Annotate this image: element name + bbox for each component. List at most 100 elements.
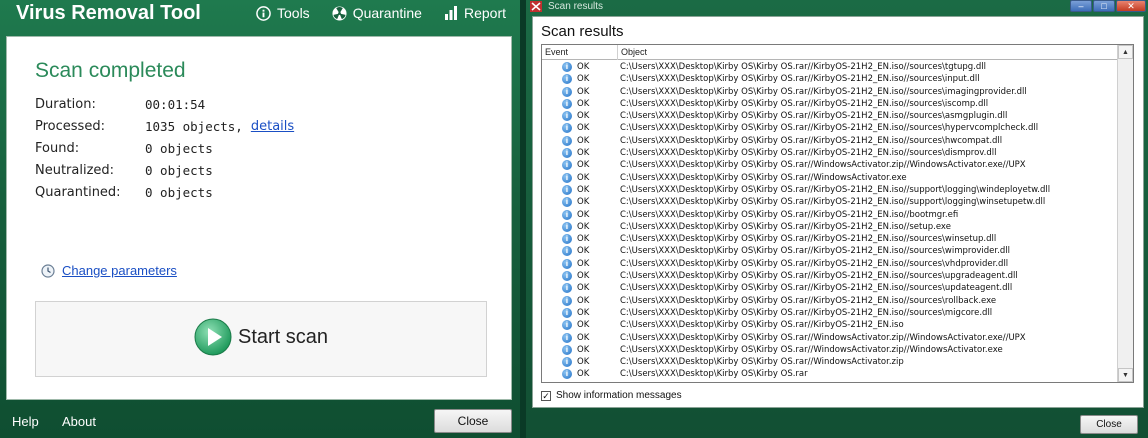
close-button[interactable]: Close bbox=[434, 409, 512, 433]
event-cell: i OK bbox=[562, 332, 590, 343]
table-row[interactable]: i OK C:\Users\XXX\Desktop\Kirby OS\Kirby O… bbox=[542, 61, 1117, 73]
stat-label: Duration: bbox=[35, 97, 96, 112]
info-icon: i bbox=[562, 148, 572, 159]
table-row[interactable]: i OK C:\Users\XXX\Desktop\Kirby OS\Kirby O… bbox=[542, 86, 1117, 98]
help-link[interactable]: Help bbox=[12, 414, 39, 429]
event-text: OK bbox=[577, 98, 590, 109]
event-cell: i OK bbox=[562, 320, 590, 331]
object-cell: C:\Users\XXX\Desktop\Kirby OS\Kirby OS.r… bbox=[620, 62, 986, 72]
event-text: OK bbox=[577, 307, 590, 318]
table-row[interactable]: i OK C:\Users\XXX\Desktop\Kirby OS\Kirby O… bbox=[542, 184, 1117, 196]
table-row[interactable]: i OK C:\Users\XXX\Desktop\Kirby OS\Kirby O… bbox=[542, 147, 1117, 159]
event-cell: i OK bbox=[562, 221, 589, 232]
change-parameters[interactable]: Change parameters bbox=[41, 263, 177, 278]
table-row[interactable]: i OK C:\Users\XXX\Desktop\Kirby OS\Kirby O… bbox=[542, 110, 1117, 122]
scroll-up-icon[interactable]: ▲ bbox=[1118, 45, 1133, 59]
event-cell: i OK bbox=[562, 111, 589, 122]
table-row[interactable]: i OK C:\Users\XXX\Desktop\Kirby OS\Kirby O… bbox=[542, 319, 1117, 331]
table-row[interactable]: i OK C:\Users\XXX\Desktop\Kirby OS\Kirby O… bbox=[542, 295, 1117, 307]
table-row[interactable]: i OK C:\Users\XXX\Desktop\Kirby OS\Kirby O… bbox=[542, 307, 1117, 319]
object-cell: C:\Users\XXX\Desktop\Kirby OS\Kirby OS.r… bbox=[620, 74, 980, 85]
table-row[interactable]: i OK C:\Users\XXX\Desktop\Kirby OS\Kirby O… bbox=[542, 196, 1117, 208]
menu-tools[interactable]: Tools bbox=[256, 0, 310, 26]
object-cell: C:\Users\XXX\Desktop\Kirby OS\Kirby OS.r… bbox=[620, 98, 989, 109]
show-information-messages[interactable]: ✓ Show information messages bbox=[541, 390, 682, 401]
table-row[interactable]: i OK C:\Users\XXX\Desktop\Kirby OS\Kirby O… bbox=[542, 233, 1117, 245]
table-row[interactable]: i OK C:\Users\XXX\Desktop\Kirby OS\Kirby O… bbox=[542, 356, 1117, 368]
menu-quarantine[interactable]: Quarantine bbox=[332, 0, 422, 26]
close-icon[interactable]: ✕ bbox=[1116, 0, 1146, 12]
object-cell: C:\Users\XXX\Desktop\Kirby OS\Kirby OS.r… bbox=[620, 332, 1026, 343]
table-row[interactable]: i OK C:\Users\XXX\Desktop\Kirby OS\Kirby O… bbox=[542, 282, 1117, 294]
table-row[interactable]: i OK C:\Users\XXX\Desktop\Kirby OS\Kirby O… bbox=[542, 73, 1117, 85]
info-icon: i bbox=[562, 123, 572, 134]
stat-processed: Processed: 1035 objects, details bbox=[35, 119, 294, 139]
scroll-down-icon[interactable]: ▼ bbox=[1118, 368, 1133, 382]
table-row[interactable]: i OK C:\Users\XXX\Desktop\Kirby OS\Kirby O… bbox=[542, 122, 1117, 134]
column-header-object[interactable]: Object bbox=[618, 45, 1117, 60]
stat-label: Neutralized: bbox=[35, 163, 115, 178]
event-cell: i OK bbox=[562, 271, 589, 282]
info-circle-icon bbox=[256, 5, 271, 21]
table-row[interactable]: i OK C:\Users\XXX\Desktop\Kirby OS\Kirby O… bbox=[542, 135, 1117, 147]
object-cell: C:\Users\XXX\Desktop\Kirby OS\Kirby OS.r… bbox=[620, 307, 993, 318]
stat-value: 0 objects bbox=[145, 163, 213, 178]
table-row[interactable]: i OK C:\Users\XXX\Desktop\Kirby OS\Kirby O… bbox=[542, 221, 1117, 233]
menu-report[interactable]: Report bbox=[444, 0, 506, 26]
table-row[interactable]: i OK C:\Users\XXX\Desktop\Kirby OS\Kirby O… bbox=[542, 209, 1117, 221]
stat-value: 0 objects bbox=[145, 185, 213, 200]
event-text: OK bbox=[577, 86, 590, 97]
object-cell: C:\Users\XXX\Desktop\Kirby OS\Kirby OS.r… bbox=[620, 148, 997, 159]
table-row[interactable]: i OK C:\Users\XXX\Desktop\Kirby OS\Kirby O… bbox=[542, 245, 1117, 257]
event-text: OK bbox=[577, 234, 590, 245]
info-icon: i bbox=[562, 307, 572, 318]
table-row[interactable]: i OK C:\Users\XXX\Desktop\Kirby OS\Kirby O… bbox=[542, 344, 1117, 356]
event-text: OK bbox=[577, 332, 590, 343]
table-row[interactable]: i OK C:\Users\XXX\Desktop\Kirby OS\Kirby O… bbox=[542, 98, 1117, 110]
scan-results-panel: Scan results Event Object i OK C:\Users\XX… bbox=[532, 16, 1144, 408]
object-cell: C:\Users\XXX\Desktop\Kirby OS\Kirby OS.r… bbox=[620, 258, 1009, 269]
vertical-scrollbar[interactable]: ▲ ▼ bbox=[1117, 45, 1133, 382]
event-text: OK bbox=[577, 320, 590, 331]
info-icon: i bbox=[562, 111, 572, 122]
event-text: OK bbox=[577, 197, 590, 208]
details-link[interactable]: details bbox=[251, 119, 294, 139]
table-row[interactable]: i OK C:\Users\XXX\Desktop\Kirby OS\Kirby O… bbox=[542, 270, 1117, 282]
minimize-icon[interactable]: – bbox=[1070, 0, 1092, 12]
info-icon: i bbox=[562, 98, 572, 109]
event-cell: i OK bbox=[562, 307, 590, 318]
event-text: OK bbox=[577, 160, 590, 171]
column-header-event[interactable]: Event bbox=[542, 45, 618, 60]
table-row[interactable]: i OK C:\Users\XXX\Desktop\Kirby OS\Kirby O… bbox=[542, 172, 1117, 184]
info-icon: i bbox=[562, 135, 572, 146]
event-cell: i OK bbox=[562, 234, 590, 245]
results-table: Event Object i OK C:\Users\XXX\Desktop\Kir… bbox=[541, 44, 1134, 383]
results-close-button[interactable]: Close bbox=[1080, 415, 1138, 434]
change-parameters-link[interactable]: Change parameters bbox=[62, 263, 177, 278]
object-cell: C:\Users\XXX\Desktop\Kirby OS\Kirby OS.r… bbox=[620, 135, 1003, 146]
app-title: Virus Removal Tool bbox=[16, 2, 201, 24]
info-icon: i bbox=[562, 332, 572, 343]
info-icon: i bbox=[562, 234, 572, 245]
maximize-icon[interactable]: □ bbox=[1093, 0, 1115, 12]
object-cell: C:\Users\XXX\Desktop\Kirby OS\Kirby OS.r… bbox=[620, 246, 1010, 257]
show-info-checkbox[interactable]: ✓ bbox=[541, 390, 551, 401]
table-row[interactable]: i OK C:\Users\XXX\Desktop\Kirby OS\Kirby O… bbox=[542, 258, 1117, 270]
window-controls: – □ ✕ bbox=[1070, 0, 1146, 12]
table-row[interactable]: i OK C:\Users\XXX\Desktop\Kirby OS\Kirby O… bbox=[542, 368, 1117, 380]
about-link[interactable]: About bbox=[62, 414, 96, 429]
object-cell: C:\Users\XXX\Desktop\Kirby OS\Kirby OS.r… bbox=[620, 295, 997, 306]
table-row[interactable]: i OK C:\Users\XXX\Desktop\Kirby OS\Kirby O… bbox=[542, 159, 1117, 171]
table-row[interactable]: i OK C:\Users\XXX\Desktop\Kirby OS\Kirby O… bbox=[542, 332, 1117, 344]
info-icon: i bbox=[562, 209, 572, 220]
event-cell: i OK bbox=[562, 357, 589, 368]
event-cell: i OK bbox=[562, 74, 589, 85]
event-cell: i OK bbox=[562, 98, 590, 109]
event-text: OK bbox=[577, 344, 590, 355]
results-heading: Scan results bbox=[541, 23, 624, 40]
object-cell: C:\Users\XXX\Desktop\Kirby OS\Kirby OS.r… bbox=[620, 221, 951, 232]
table-body: i OK C:\Users\XXX\Desktop\Kirby OS\Kirby O… bbox=[542, 61, 1117, 381]
event-cell: i OK bbox=[562, 369, 589, 380]
start-scan-button[interactable]: Start scan bbox=[194, 318, 328, 356]
object-cell: C:\Users\XXX\Desktop\Kirby OS\Kirby OS.r… bbox=[620, 234, 997, 245]
